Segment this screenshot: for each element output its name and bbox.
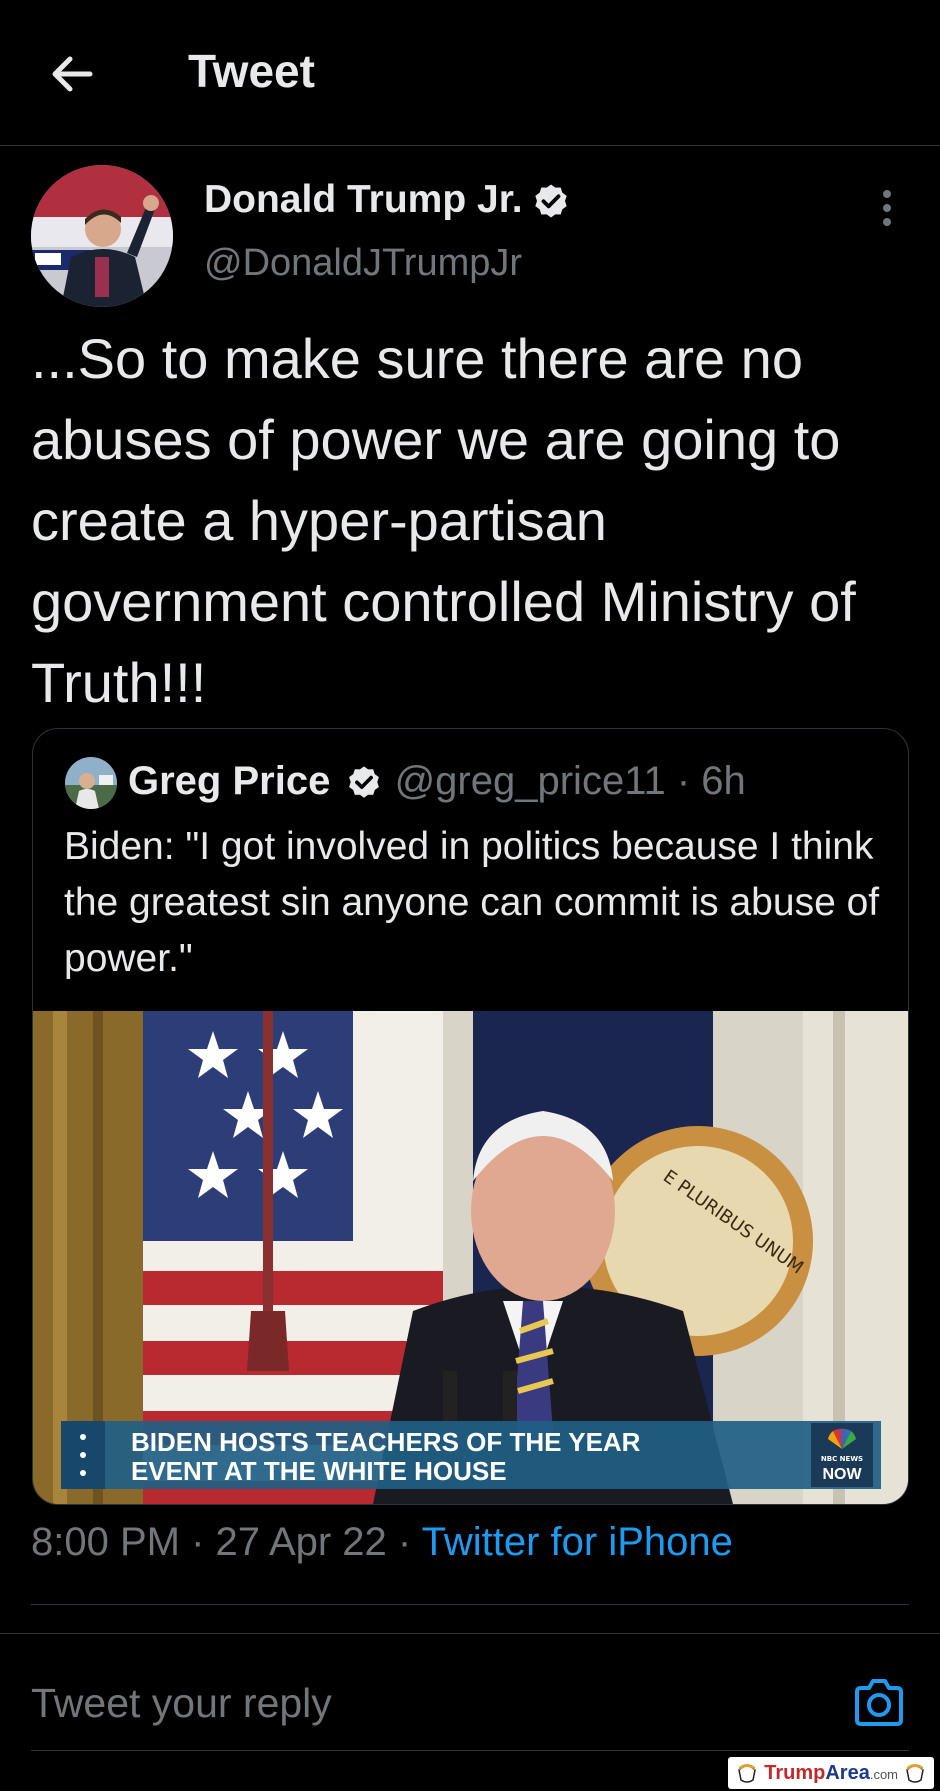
reply-input[interactable] bbox=[31, 1676, 811, 1730]
quoted-author-handle[interactable]: @greg_price11 bbox=[395, 759, 666, 803]
quoted-author-avatar bbox=[65, 757, 117, 809]
more-button[interactable] bbox=[872, 186, 902, 230]
network-label: NOW bbox=[822, 1466, 862, 1483]
chyron-line-2: EVENT AT THE WHITE HOUSE bbox=[131, 1456, 507, 1486]
site-watermark: TrumpArea.com bbox=[728, 1757, 934, 1789]
top-bar: Tweet bbox=[0, 0, 940, 146]
back-button[interactable] bbox=[46, 48, 98, 100]
tweet-date: 27 Apr 22 bbox=[215, 1520, 387, 1564]
verified-badge-icon bbox=[349, 766, 380, 799]
divider bbox=[0, 1633, 940, 1634]
separator-dot: · bbox=[191, 1520, 205, 1564]
author-name[interactable]: Donald Trump Jr. bbox=[204, 178, 571, 222]
divider bbox=[31, 1750, 909, 1751]
separator-dot: · bbox=[665, 759, 702, 803]
author-avatar[interactable] bbox=[31, 165, 173, 307]
divider bbox=[31, 1604, 909, 1605]
camera-button[interactable] bbox=[852, 1676, 906, 1730]
quoted-tweet-age: 6h bbox=[701, 759, 746, 803]
separator-dot: · bbox=[397, 1520, 412, 1564]
quoted-author-name[interactable]: Greg Price bbox=[128, 759, 330, 803]
page-title: Tweet bbox=[188, 45, 315, 97]
author-handle[interactable]: @DonaldJTrumpJr bbox=[204, 242, 522, 285]
network-label-small: NBC NEWS bbox=[821, 1455, 863, 1463]
chyron-line-1: BIDEN HOSTS TEACHERS OF THE YEAR bbox=[131, 1427, 641, 1457]
tweet-meta: 8:00 PM · 27 Apr 22 · Twitter for iPhone bbox=[31, 1520, 733, 1565]
trump-face-icon bbox=[906, 1764, 924, 1783]
quoted-tweet-text: Biden: "I got involved in politics becau… bbox=[64, 825, 880, 980]
watermark-text: TrumpArea.com bbox=[764, 1761, 898, 1784]
arrow-left-icon bbox=[52, 56, 93, 92]
quoted-tweet-card[interactable]: Greg Price @greg_price11 · 6h Biden: "I … bbox=[32, 728, 909, 1505]
author-name-text: Donald Trump Jr. bbox=[204, 178, 523, 221]
quoted-tweet-media[interactable]: E PLURIBUS UNUM BIDEN HOSTS TEACHERS OF … bbox=[33, 1011, 908, 1504]
tweet-source-link[interactable]: Twitter for iPhone bbox=[422, 1520, 733, 1564]
quoted-header: Greg Price @greg_price11 · 6h bbox=[128, 759, 746, 804]
verified-badge-icon bbox=[534, 184, 567, 218]
tweet-text: ...So to make sure there are no abuses o… bbox=[31, 327, 856, 714]
more-vertical-icon bbox=[883, 190, 891, 226]
trump-face-icon bbox=[738, 1764, 757, 1783]
tweet-time: 8:00 PM bbox=[31, 1520, 180, 1564]
camera-icon bbox=[855, 1679, 903, 1726]
